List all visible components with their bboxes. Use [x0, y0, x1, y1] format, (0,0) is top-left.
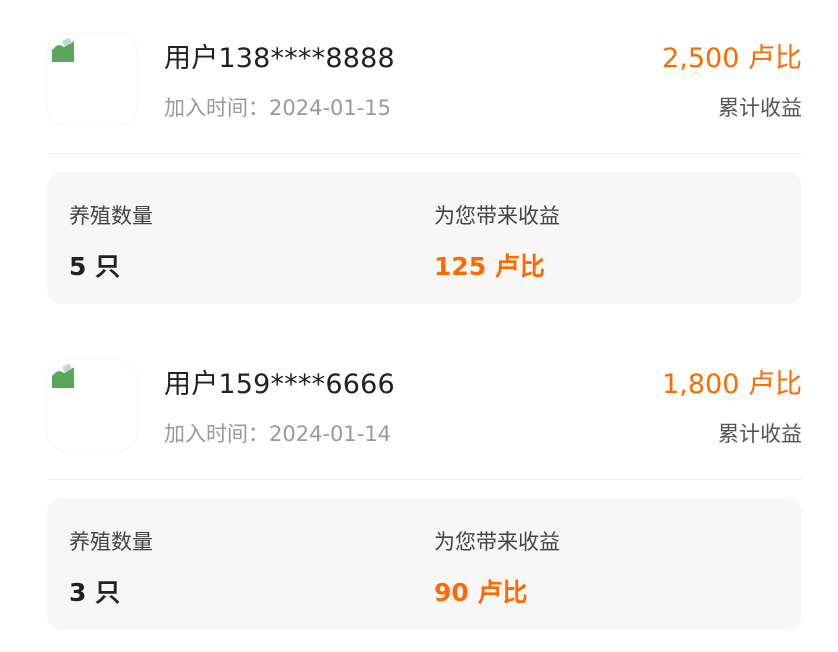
member-list: 用户138****8888 加入时间：2024-01-15 2,500 卢比 累…: [0, 0, 838, 652]
stats-panel: 养殖数量 5 只 为您带来收益 125 卢比: [47, 172, 802, 304]
total-earnings-label: 累计收益: [718, 96, 802, 120]
breeding-value: 5 只: [69, 252, 121, 281]
earnings-value: 125 卢比: [434, 252, 545, 281]
earnings-value: 90 卢比: [434, 578, 528, 607]
breeding-label: 养殖数量: [69, 204, 153, 228]
member-name: 用户138****8888: [164, 43, 395, 74]
join-date: 加入时间：2024-01-15: [164, 96, 392, 120]
member-name: 用户159****6666: [164, 369, 395, 400]
avatar: [47, 360, 137, 450]
earnings-label: 为您带来收益: [434, 204, 560, 228]
earnings-label: 为您带来收益: [434, 530, 560, 554]
breeding-label: 养殖数量: [69, 530, 153, 554]
breeding-value: 3 只: [69, 578, 121, 607]
total-earnings-label: 累计收益: [718, 422, 802, 446]
divider: [47, 153, 802, 154]
total-earnings: 1,800 卢比: [662, 369, 802, 400]
join-date: 加入时间：2024-01-14: [164, 422, 392, 446]
total-earnings: 2,500 卢比: [662, 43, 802, 74]
broken-image-icon: [51, 37, 75, 62]
avatar: [47, 34, 137, 124]
broken-image-icon: [51, 363, 75, 388]
divider: [47, 479, 802, 480]
stats-panel: 养殖数量 3 只 为您带来收益 90 卢比: [47, 498, 802, 630]
